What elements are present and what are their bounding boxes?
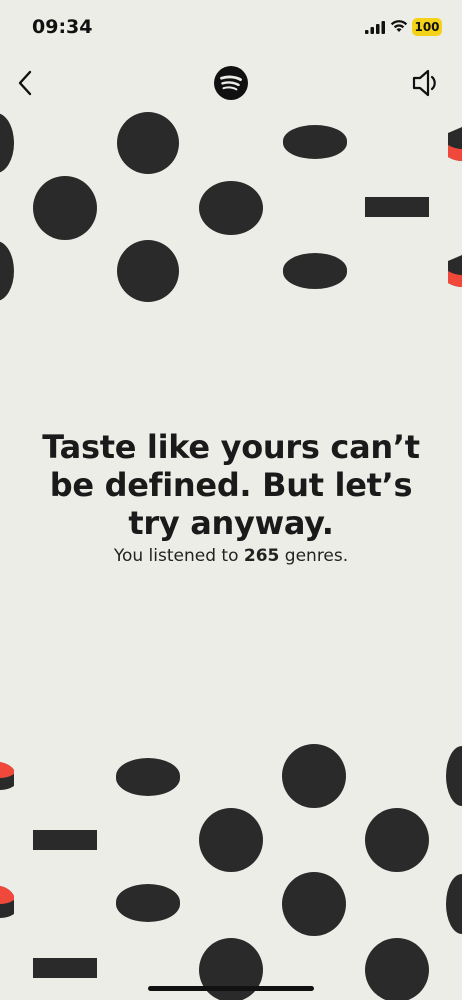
- genre-summary-prefix: You listened to: [113, 546, 244, 566]
- deco-disc: [283, 125, 347, 159]
- deco-circle: [282, 744, 346, 808]
- headline-line-1: Taste like yours can’t: [42, 428, 420, 466]
- genre-summary-suffix: genres.: [279, 546, 349, 566]
- deco-circle: [365, 938, 429, 1000]
- headline: Taste like yours can’t be defined. But l…: [0, 428, 462, 542]
- deco-disc: [116, 884, 180, 922]
- sound-toggle-button[interactable]: [410, 68, 442, 98]
- chevron-left-icon: [18, 70, 32, 96]
- status-bar: 09:34 100: [0, 0, 462, 54]
- deco-disc: [116, 758, 180, 796]
- genre-summary: You listened to 265 genres.: [0, 546, 462, 566]
- wifi-icon: [390, 20, 408, 32]
- headline-line-3: try anyway.: [128, 504, 334, 542]
- status-time: 09:34: [32, 16, 93, 38]
- bottom-decoration: [0, 740, 462, 1000]
- home-indicator[interactable]: [148, 986, 314, 991]
- genre-count: 265: [243, 546, 280, 566]
- spotify-logo-icon: [214, 66, 248, 100]
- deco-circle: [117, 112, 179, 174]
- deco-circle: [33, 176, 97, 240]
- cellular-signal-icon: [365, 21, 385, 34]
- headline-line-2: be defined. But let’s: [49, 466, 413, 504]
- back-button[interactable]: [14, 68, 38, 98]
- deco-circle: [446, 746, 462, 806]
- deco-bar: [33, 830, 97, 850]
- deco-circle: [365, 808, 429, 872]
- deco-circle: [117, 240, 179, 302]
- battery-indicator: 100: [412, 18, 442, 36]
- deco-circle: [199, 808, 263, 872]
- deco-circle: [0, 113, 14, 173]
- deco-circle: [0, 241, 14, 301]
- deco-bar: [33, 958, 97, 978]
- deco-circle: [199, 181, 263, 235]
- deco-circle: [282, 872, 346, 936]
- deco-disc: [283, 253, 347, 289]
- top-decoration: [0, 105, 462, 305]
- speaker-icon: [412, 69, 436, 97]
- deco-bar: [365, 197, 429, 217]
- deco-circle: [446, 874, 462, 934]
